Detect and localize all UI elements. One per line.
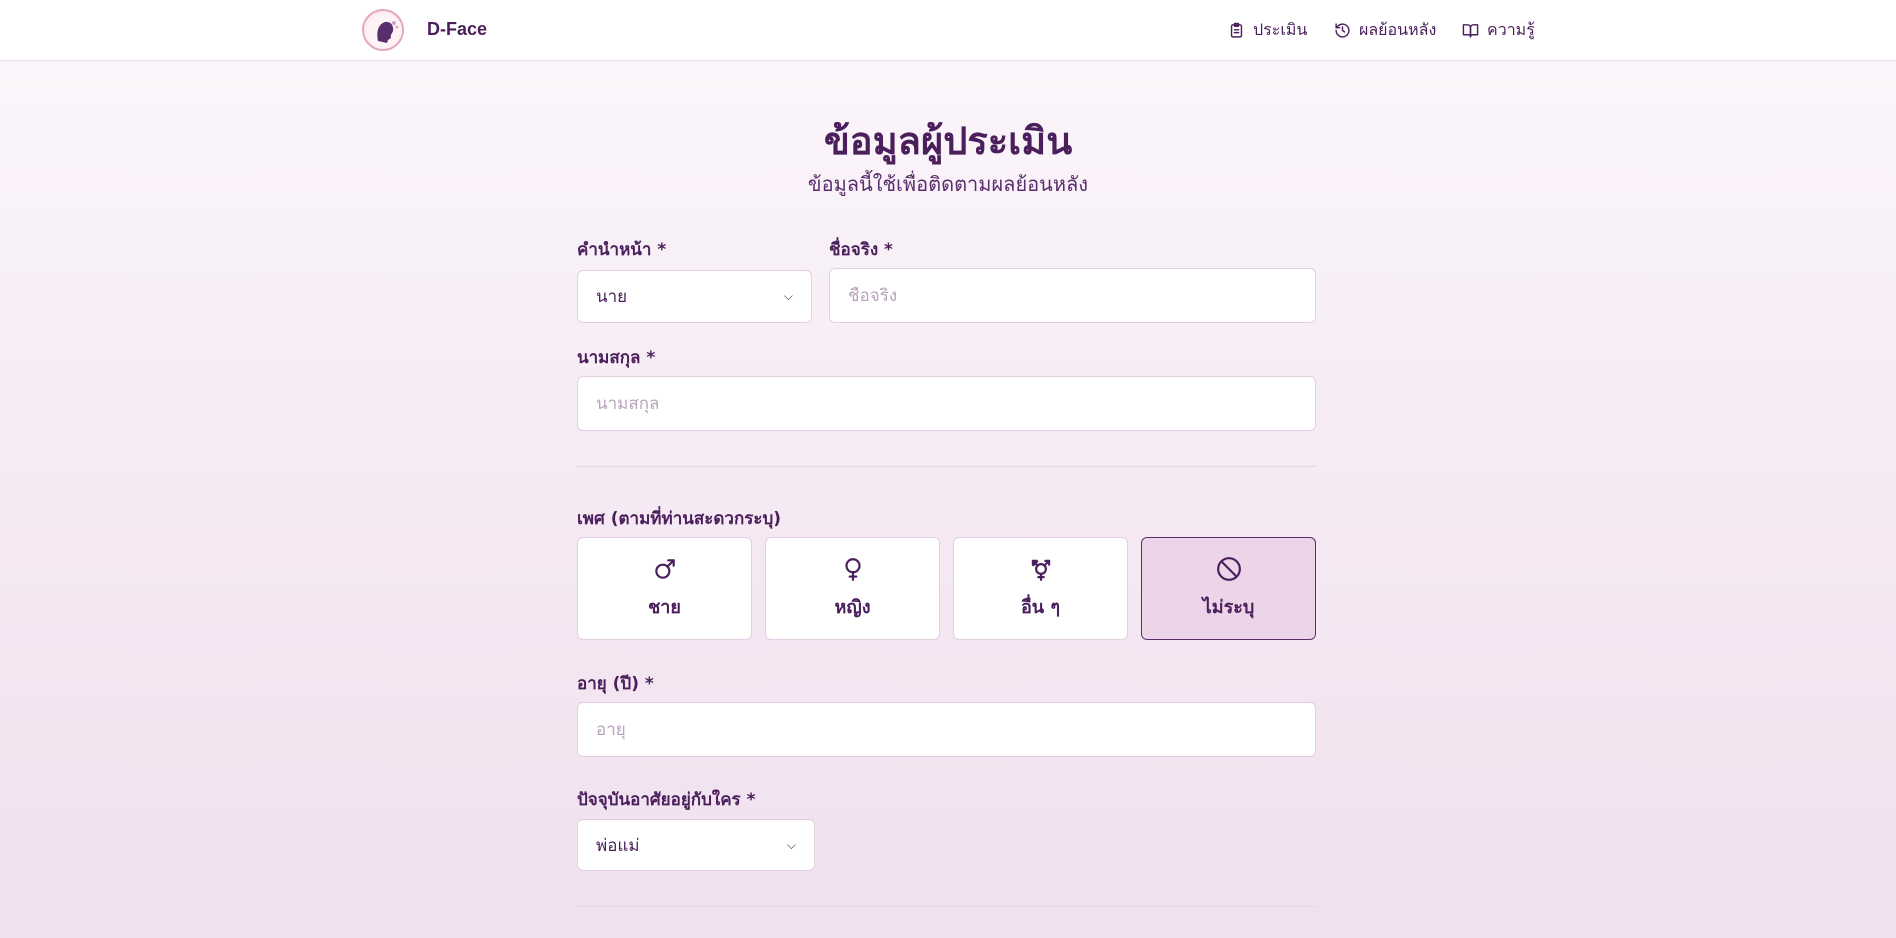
page-title: ข้อมูลผู้ประเมิน [823, 119, 1073, 163]
history-icon [1335, 23, 1350, 38]
age-input[interactable] [596, 719, 1297, 740]
male-icon [654, 559, 675, 579]
prefix-label: คำนำหน้า * [577, 240, 667, 260]
logo-icon[interactable] [362, 9, 404, 51]
brand-name[interactable]: D-Face [427, 19, 487, 40]
nav-assess-label: ประเมิน [1253, 20, 1308, 39]
ban-icon [1216, 557, 1241, 581]
gender-option-label: ชาย [648, 597, 681, 618]
last-name-field[interactable] [577, 376, 1316, 431]
prefix-select[interactable]: นาย ⌵ [577, 270, 812, 323]
prefix-value: นาย [596, 287, 628, 307]
gender-option-label: หญิง [834, 597, 871, 618]
last-name-input[interactable] [596, 393, 1297, 414]
first-name-label: ชื่อจริง * [829, 240, 893, 260]
living-with-label: ปัจจุบันอาศัยอยู่กับใคร * [577, 790, 756, 810]
chevron-down-icon: ⌵ [783, 289, 793, 303]
gender-option-label: ไม่ระบุ [1202, 597, 1255, 618]
nav-knowledge-label: ความรู้ [1487, 20, 1535, 39]
top-navbar: D-Face ประเมิน ผลย้อนหลัง ความรู้ [0, 0, 1896, 61]
age-label: อายุ (ปี) * [577, 674, 654, 694]
last-name-label: นามสกุล * [577, 348, 656, 368]
gender-label: เพศ (ตามที่ท่านสะดวกระบุ) [577, 509, 782, 529]
page-subtitle: ข้อมูลนี้ใช้เพื่อติดตามผลย้อนหลัง [807, 172, 1089, 196]
first-name-field[interactable] [829, 268, 1316, 323]
nav-history[interactable]: ผลย้อนหลัง [1334, 18, 1436, 43]
female-icon [844, 558, 861, 581]
gender-option-unspecified[interactable]: ไม่ระบุ [1141, 537, 1316, 640]
clipboard-icon [1230, 22, 1243, 38]
gender-option-label: อื่น ๆ [1020, 597, 1061, 618]
gender-option-female[interactable]: หญิง [765, 537, 940, 640]
nav-knowledge[interactable]: ความรู้ [1462, 18, 1535, 43]
age-field[interactable] [577, 702, 1316, 757]
book-icon [1462, 24, 1479, 38]
divider [577, 466, 1316, 467]
first-name-input[interactable] [848, 285, 1297, 306]
chevron-down-icon: ⌵ [786, 837, 796, 852]
living-with-select[interactable]: พ่อแม่ ⌵ [577, 819, 815, 871]
living-with-value: พ่อแม่ [596, 835, 640, 856]
divider [577, 906, 1316, 907]
nav-history-label: ผลย้อนหลัง [1359, 20, 1437, 39]
gender-option-other[interactable]: อื่น ๆ [953, 537, 1128, 640]
gender-option-male[interactable]: ชาย [577, 537, 752, 640]
nav-assess[interactable]: ประเมิน [1228, 18, 1307, 43]
transgender-icon [1031, 559, 1050, 581]
